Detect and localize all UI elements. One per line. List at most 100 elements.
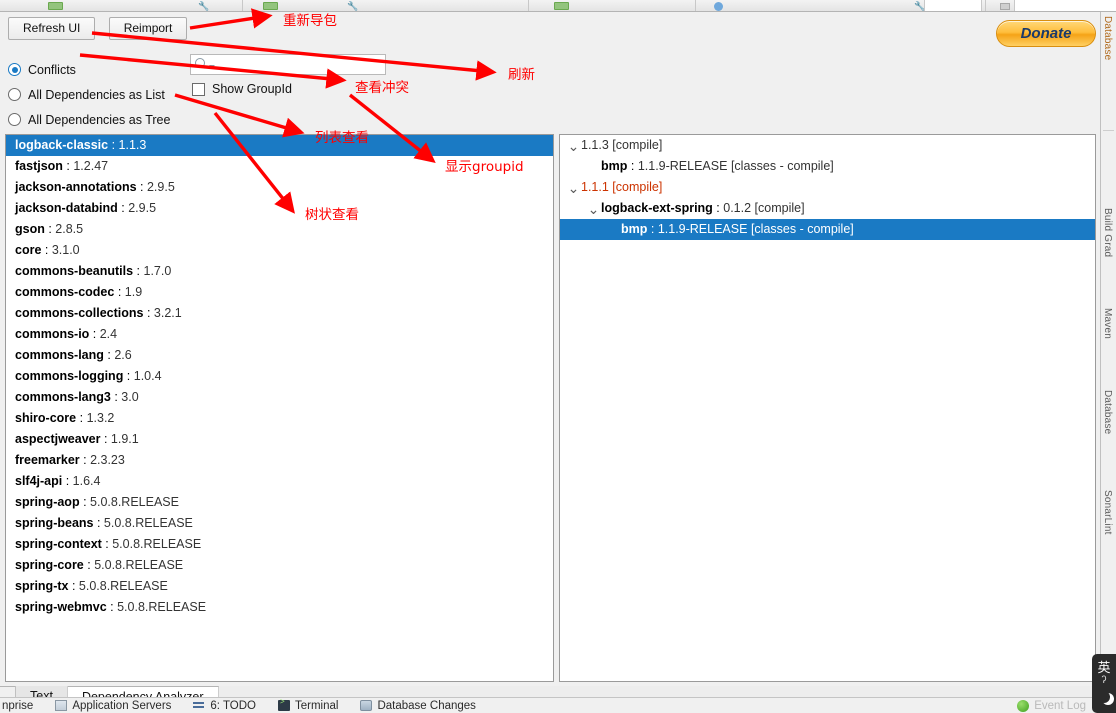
list-item[interactable]: core : 3.1.0: [6, 240, 553, 261]
list-item-separator: :: [117, 201, 129, 215]
chevron-down-icon[interactable]: [209, 65, 215, 68]
tool-window-sonarlint[interactable]: SonarLint: [1102, 490, 1113, 535]
list-item-separator: :: [76, 411, 87, 425]
toolbar-misc-icon[interactable]: [1000, 3, 1010, 10]
list-item-version: 1.3.2: [86, 411, 115, 425]
list-item[interactable]: spring-context : 5.0.8.RELEASE: [6, 534, 553, 555]
wrench-icon[interactable]: 🔧: [198, 1, 209, 11]
list-item[interactable]: gson : 2.8.5: [6, 219, 553, 240]
list-item[interactable]: commons-collections : 3.2.1: [6, 303, 553, 324]
tool-window-build-gradle[interactable]: Build Grad: [1102, 208, 1113, 257]
toolbar-module-icon[interactable]: [554, 2, 569, 10]
list-item-artifact: spring-context: [15, 537, 102, 551]
tree-node[interactable]: ⌄ 1.1.1 [compile]: [560, 177, 1095, 198]
tree-node[interactable]: ⌄ 1.1.3 [compile]: [560, 135, 1095, 156]
radio-option-all-dependencies-tree[interactable]: All Dependencies as Tree: [8, 107, 170, 132]
list-item[interactable]: aspectjweaver : 1.9.1: [6, 429, 553, 450]
toolbar-module-icon[interactable]: [263, 2, 278, 10]
list-item[interactable]: spring-tx : 5.0.8.RELEASE: [6, 576, 553, 597]
reimport-button[interactable]: Reimport: [108, 17, 188, 40]
status-item-terminal[interactable]: Terminal: [278, 698, 338, 712]
list-item[interactable]: jackson-databind : 2.9.5: [6, 198, 553, 219]
tree-node-label: bmp : 1.1.9-RELEASE [classes - compile]: [601, 156, 834, 177]
ime-sub-label: ʔ: [1101, 675, 1107, 686]
tree-node-artifact: bmp: [621, 222, 648, 236]
list-item-version: 5.0.8.RELEASE: [103, 516, 193, 530]
list-item-artifact: commons-beanutils: [15, 264, 134, 278]
radio-option-conflicts[interactable]: Conflicts: [8, 57, 170, 82]
list-item-artifact: spring-webmvc: [15, 600, 107, 614]
list-item-separator: :: [100, 432, 111, 446]
list-item[interactable]: jackson-annotations : 2.9.5: [6, 177, 553, 198]
refresh-ui-button[interactable]: Refresh UI: [8, 17, 96, 40]
status-item-todo[interactable]: 6: TODO: [193, 700, 256, 712]
status-item-database-changes[interactable]: Database Changes: [360, 699, 476, 712]
chevron-down-icon[interactable]: ⌄: [566, 181, 581, 195]
radio-indicator-all-dependencies-list[interactable]: [8, 88, 21, 101]
radio-label-conflicts: Conflicts: [28, 62, 76, 77]
toolbar-run-icon[interactable]: [714, 2, 723, 11]
tree-node[interactable]: bmp : 1.1.9-RELEASE [classes - compile]: [560, 156, 1095, 177]
donate-button[interactable]: Donate: [996, 20, 1096, 47]
tree-node-version: 1.1.9-RELEASE: [657, 222, 748, 236]
tree-node-scope: [compile]: [612, 180, 663, 194]
list-item[interactable]: spring-webmvc : 5.0.8.RELEASE: [6, 597, 553, 618]
strip-divider: [1103, 130, 1114, 131]
annotation-label: 列表查看: [315, 130, 369, 146]
tool-window-database-2[interactable]: Database: [1102, 390, 1113, 434]
list-item[interactable]: spring-core : 5.0.8.RELEASE: [6, 555, 553, 576]
ime-indicator[interactable]: 英 ʔ: [1092, 654, 1116, 713]
checkbox-indicator-show-groupid[interactable]: [192, 82, 205, 96]
list-item[interactable]: spring-aop : 5.0.8.RELEASE: [6, 492, 553, 513]
list-item[interactable]: shiro-core : 1.3.2: [6, 408, 553, 429]
list-item-version: 1.9.1: [110, 432, 139, 446]
list-item[interactable]: spring-beans : 5.0.8.RELEASE: [6, 513, 553, 534]
terminal-icon: [278, 698, 290, 711]
status-label-database-changes: Database Changes: [377, 699, 476, 712]
search-field[interactable]: [190, 54, 386, 75]
tree-node-version: 1.1.1: [581, 180, 609, 194]
list-item-separator: :: [83, 558, 95, 572]
list-item[interactable]: commons-lang : 2.6: [6, 345, 553, 366]
tree-node-version: 0.1.2: [723, 201, 752, 215]
tree-node-separator: :: [712, 201, 724, 215]
tree-node-label: 1.1.1 [compile]: [581, 177, 662, 198]
show-groupid-checkbox[interactable]: Show GroupId: [192, 82, 292, 96]
chevron-down-icon[interactable]: ⌄: [566, 139, 581, 153]
wrench-icon[interactable]: 🔧: [347, 1, 358, 11]
chevron-down-icon[interactable]: ⌄: [586, 202, 601, 216]
radio-indicator-conflicts[interactable]: [8, 63, 21, 76]
tree-node[interactable]: bmp : 1.1.9-RELEASE [classes - compile]: [560, 219, 1095, 240]
dependency-list[interactable]: logback-classic : 1.1.3 fastjson : 1.2.47…: [5, 134, 554, 682]
list-item[interactable]: commons-io : 2.4: [6, 324, 553, 345]
list-item-separator: :: [68, 579, 79, 593]
list-item-separator: :: [41, 243, 52, 257]
list-item-artifact: shiro-core: [15, 411, 77, 425]
list-item[interactable]: logback-classic : 1.1.3: [6, 135, 553, 156]
list-item[interactable]: slf4j-api : 1.6.4: [6, 471, 553, 492]
tree-node-label: bmp : 1.1.9-RELEASE [classes - compile]: [621, 219, 854, 240]
status-bar: nprise Application Servers 6: TODO Termi…: [0, 697, 1116, 713]
list-item[interactable]: freemarker : 2.3.23: [6, 450, 553, 471]
list-item-artifact: fastjson: [15, 159, 63, 173]
annotation-label: 刷新: [508, 67, 535, 83]
list-item-separator: :: [62, 159, 74, 173]
dependency-tree[interactable]: ⌄ 1.1.3 [compile] bmp : 1.1.9-RELEASE [cla…: [559, 134, 1096, 682]
list-item-artifact: jackson-annotations: [15, 180, 137, 194]
list-item-version: 5.0.8.RELEASE: [90, 495, 179, 509]
status-item-application-servers[interactable]: Application Servers: [55, 700, 171, 712]
status-item-enterprise[interactable]: nprise: [2, 700, 33, 712]
list-item[interactable]: commons-beanutils : 1.7.0: [6, 261, 553, 282]
list-item[interactable]: commons-lang3 : 3.0: [6, 387, 553, 408]
toolbar-module-icon[interactable]: [48, 2, 63, 10]
radio-indicator-all-dependencies-tree[interactable]: [8, 113, 21, 126]
tool-window-maven[interactable]: Maven: [1102, 308, 1113, 339]
list-item-separator: :: [79, 495, 91, 509]
list-item[interactable]: commons-logging : 1.0.4: [6, 366, 553, 387]
tree-node[interactable]: ⌄ logback-ext-spring : 0.1.2 [compile]: [560, 198, 1095, 219]
radio-option-all-dependencies-list[interactable]: All Dependencies as List: [8, 82, 170, 107]
list-item[interactable]: commons-codec : 1.9: [6, 282, 553, 303]
tool-window-database[interactable]: Database: [1102, 16, 1113, 60]
list-item-version: 1.0.4: [133, 369, 162, 383]
event-log-icon: [1017, 699, 1030, 712]
